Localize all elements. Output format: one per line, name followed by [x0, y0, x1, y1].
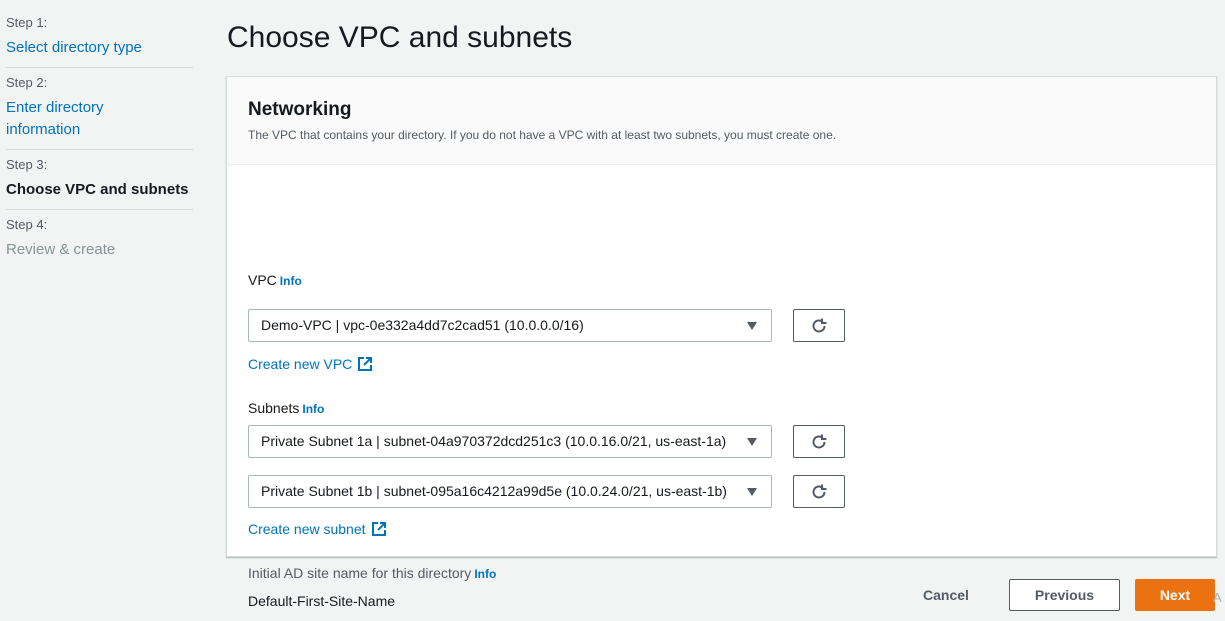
page-title: Choose VPC and subnets: [227, 21, 573, 54]
panel-description: The VPC that contains your directory. If…: [248, 128, 837, 142]
site-name-label: Initial AD site name for this directory I…: [248, 564, 496, 583]
refresh-icon: [812, 484, 827, 498]
step-4-label: Review & create: [6, 241, 116, 258]
vpc-label: VPC Info: [248, 271, 302, 290]
create-subnet-link-text: Create new subnet: [248, 521, 366, 537]
step-3-number: Step 3:: [6, 157, 48, 172]
vpc-select[interactable]: Demo-VPC | vpc-0e332a4dd7c2cad51 (10.0.0…: [248, 309, 772, 342]
vpc-label-text: VPC: [248, 272, 277, 288]
subnets-label-text: Subnets: [248, 400, 300, 416]
previous-button[interactable]: Previous: [1009, 579, 1120, 611]
refresh-icon: [812, 434, 827, 448]
networking-panel: Networking The VPC that contains your di…: [226, 76, 1217, 609]
external-link-icon: [358, 357, 373, 371]
cancel-button[interactable]: Cancel: [906, 579, 986, 611]
step-4: Step 4: Review & create: [6, 210, 193, 269]
create-vpc-link-text: Create new VPC: [248, 356, 353, 372]
step-1-link[interactable]: Select directory type: [6, 37, 193, 59]
subnet-2-refresh-button[interactable]: [793, 475, 845, 508]
caret-down-icon: [747, 488, 757, 496]
step-4-number: Step 4:: [6, 217, 48, 232]
subnet-1-select[interactable]: Private Subnet 1a | subnet-04a970372dcd2…: [248, 425, 772, 458]
next-button[interactable]: Next: [1135, 579, 1215, 611]
step-2-number: Step 2:: [6, 75, 48, 90]
create-vpc-link[interactable]: Create new VPC: [248, 355, 373, 373]
refresh-icon: [812, 318, 827, 332]
step-1: Step 1: Select directory type: [6, 8, 193, 68]
caret-down-icon: [747, 438, 757, 446]
panel-header: Networking The VPC that contains your di…: [227, 77, 1216, 165]
external-link-icon: [371, 522, 386, 536]
panel-title: Networking: [248, 99, 352, 120]
subnet-2-select-value: Private Subnet 1b | subnet-095a16c4212a9…: [261, 483, 727, 499]
wizard-steps-nav: Step 1: Select directory type Step 2: En…: [6, 8, 193, 269]
subnet-1-refresh-button[interactable]: [793, 425, 845, 458]
vpc-info-link[interactable]: Info: [280, 274, 302, 288]
vpc-select-value: Demo-VPC | vpc-0e332a4dd7c2cad51 (10.0.0…: [261, 317, 584, 333]
caret-down-icon: [747, 322, 757, 330]
edge-glyph: A: [1213, 590, 1222, 605]
site-name-value: Default-First-Site-Name: [248, 593, 396, 609]
step-3: Step 3: Choose VPC and subnets: [6, 150, 193, 210]
site-name-info-link[interactable]: Info: [474, 567, 496, 581]
subnets-info-link[interactable]: Info: [302, 402, 324, 416]
step-2-link[interactable]: Enter directory information: [6, 97, 136, 141]
create-subnet-link[interactable]: Create new subnet: [248, 520, 386, 538]
subnet-1-select-value: Private Subnet 1a | subnet-04a970372dcd2…: [261, 433, 727, 449]
site-name-label-text: Initial AD site name for this directory: [248, 565, 472, 581]
step-3-current-label: Choose VPC and subnets: [6, 181, 189, 198]
subnets-label: Subnets Info: [248, 399, 324, 418]
step-1-number: Step 1:: [6, 15, 48, 30]
vpc-refresh-button[interactable]: [793, 309, 845, 342]
step-2: Step 2: Enter directory information: [6, 68, 193, 150]
subnet-2-select[interactable]: Private Subnet 1b | subnet-095a16c4212a9…: [248, 475, 772, 508]
